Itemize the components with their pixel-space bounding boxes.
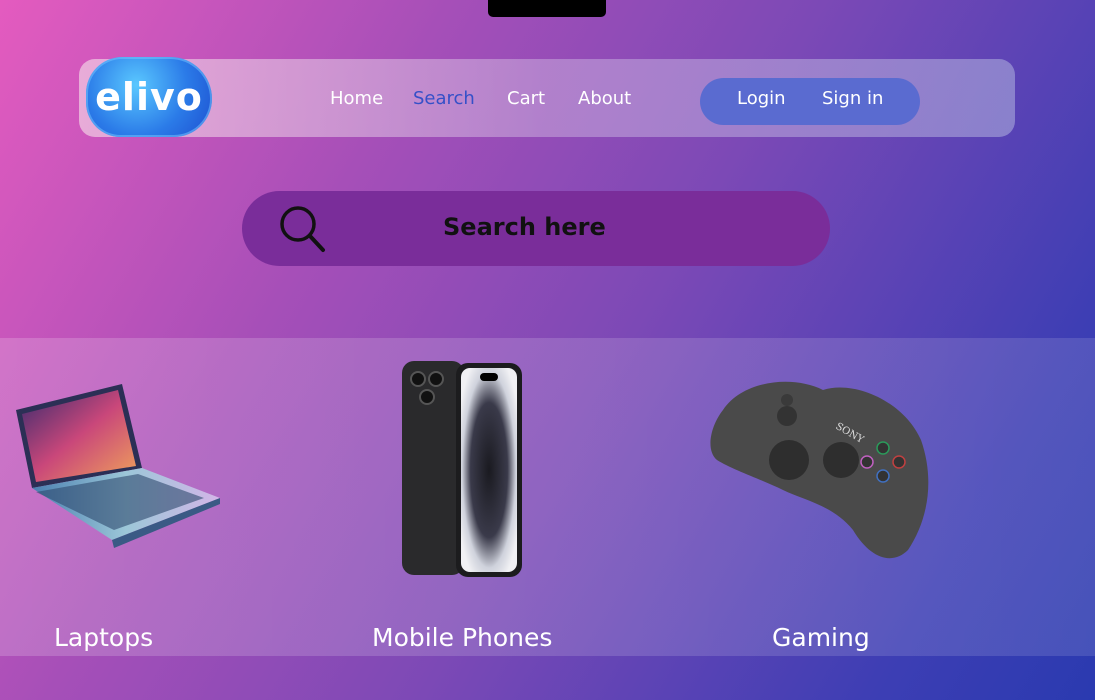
category-gaming-label[interactable]: Gaming [772, 623, 870, 652]
search-placeholder: Search here [443, 213, 606, 241]
search-icon[interactable] [277, 204, 327, 254]
brand-logo-text: elivo [95, 75, 203, 119]
gamepad-icon[interactable]: SONY [703, 370, 935, 565]
nav-search-link[interactable]: Search [413, 88, 475, 109]
auth-button-group [700, 78, 920, 125]
nav-about-link[interactable]: About [578, 88, 631, 109]
laptop-icon[interactable] [12, 380, 224, 555]
nav-home-link[interactable]: Home [330, 88, 383, 109]
category-laptops-label[interactable]: Laptops [54, 623, 153, 652]
smartphone-icon[interactable] [400, 357, 526, 579]
signin-button[interactable]: Sign in [822, 88, 883, 109]
camera-notch [488, 0, 606, 17]
nav-cart-link[interactable]: Cart [507, 88, 545, 109]
login-button[interactable]: Login [737, 88, 786, 109]
brand-logo[interactable]: elivo [86, 57, 212, 137]
category-mobile-phones-label[interactable]: Mobile Phones [372, 623, 552, 652]
